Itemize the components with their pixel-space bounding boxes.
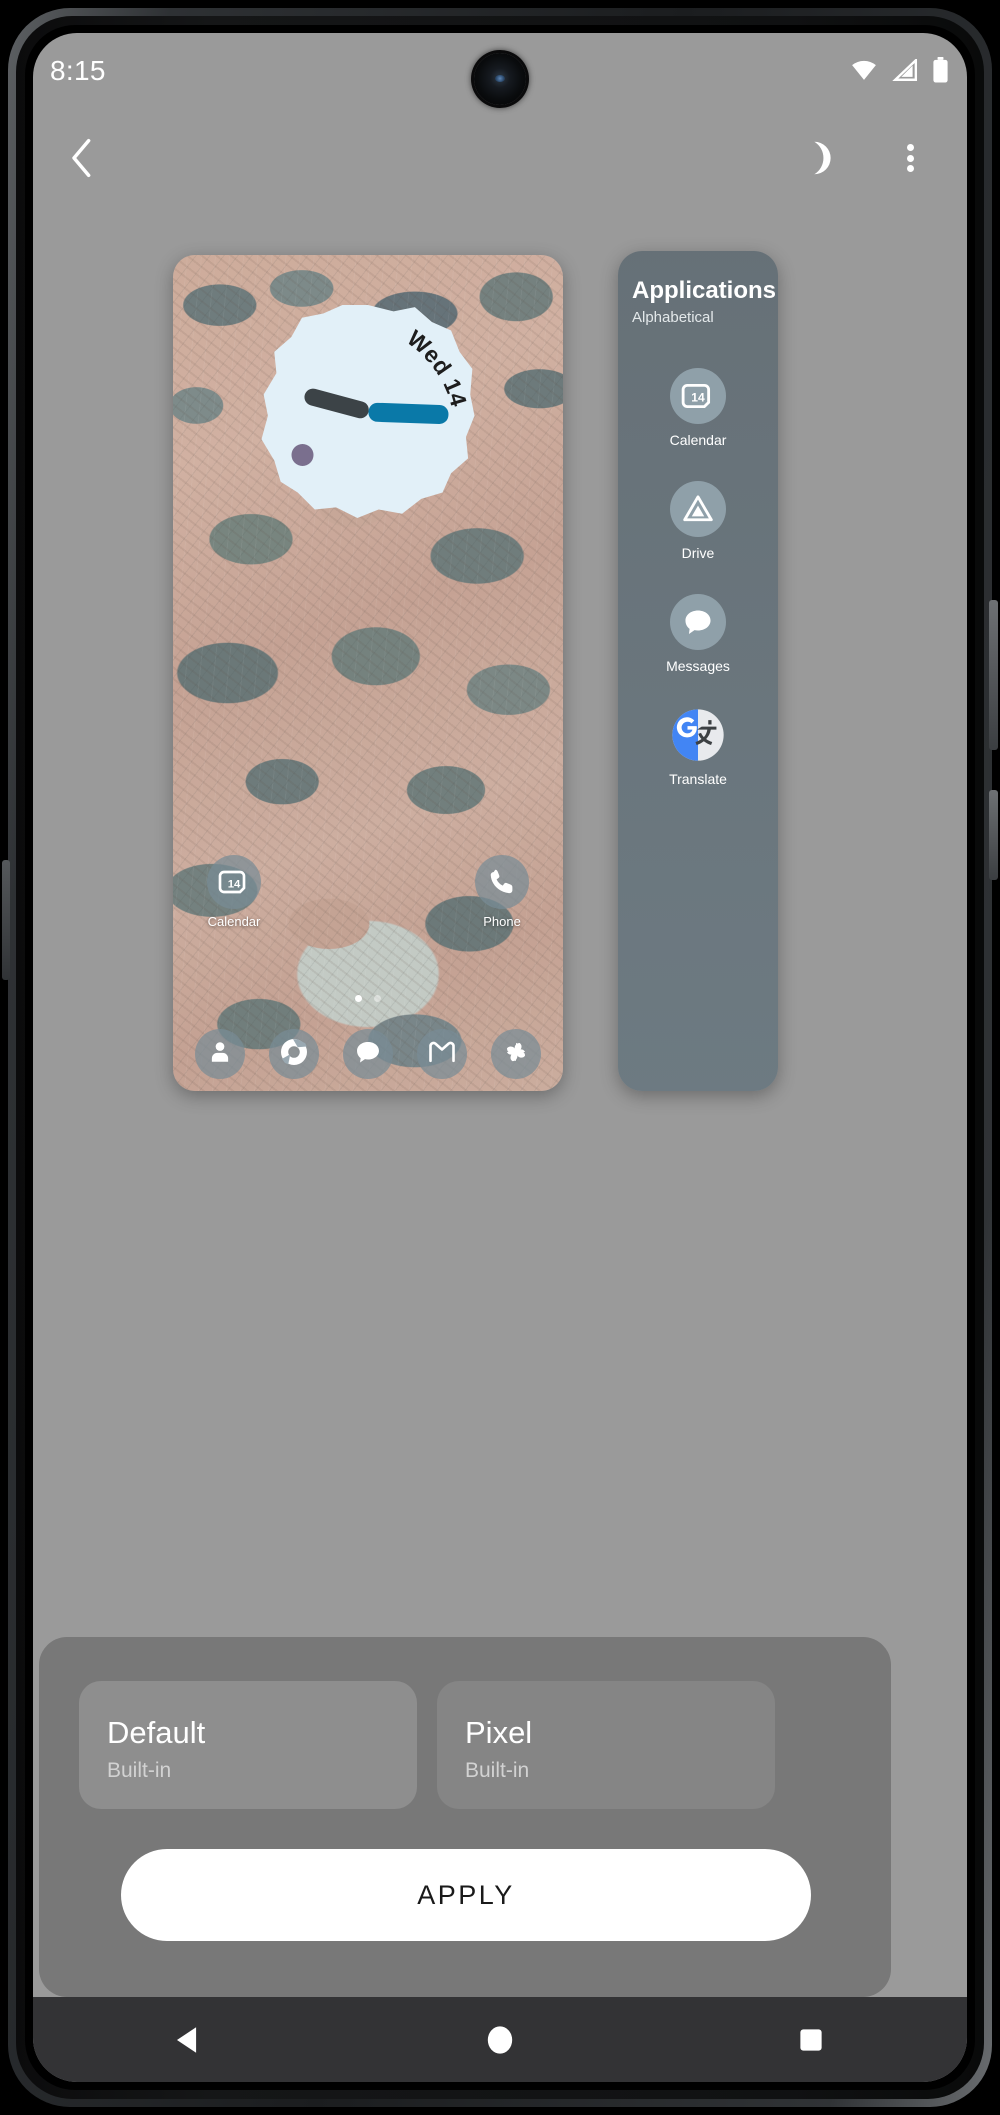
messages-icon	[354, 1038, 382, 1071]
home-screen-icons: 14 Calendar Phone	[173, 855, 563, 945]
volume-button[interactable]	[989, 600, 998, 750]
wallpaper-preview-area: Wed 14 14 Calendar Phone Applications Al…	[33, 201, 967, 1131]
calendar-icon: 14	[207, 855, 261, 909]
app-item-calendar[interactable]: 14 Calendar	[618, 351, 778, 464]
applications-panel-title: Applications	[632, 277, 777, 304]
moon-icon	[814, 141, 831, 175]
status-clock: 8:15	[50, 55, 106, 86]
page-indicator	[173, 995, 563, 1002]
nav-home-button[interactable]	[440, 1997, 560, 2082]
page-dot	[374, 995, 381, 1002]
applications-panel[interactable]: Applications Alphabetical 14 Calendar Dr…	[618, 251, 778, 1091]
apply-button-label: APPLY	[417, 1879, 515, 1910]
overflow-menu-button[interactable]	[867, 115, 953, 201]
status-bar: 8:15	[33, 33, 967, 113]
style-option-default[interactable]: Default Built-in	[79, 1681, 417, 1809]
chrome-icon	[279, 1037, 309, 1072]
dock-item-gmail[interactable]	[417, 1029, 467, 1079]
wifi-icon	[852, 60, 876, 80]
nav-back-button[interactable]	[129, 1997, 249, 2082]
nav-home-circle-icon	[487, 2025, 513, 2054]
style-option-pixel[interactable]: Pixel Built-in	[437, 1681, 775, 1809]
translate-icon	[670, 707, 726, 763]
home-icon-phone[interactable]: Phone	[463, 855, 541, 929]
home-icon-label: Phone	[483, 914, 521, 929]
home-icon-label: Calendar	[207, 914, 261, 929]
style-option-subtitle: Built-in	[465, 1759, 530, 1782]
style-options: Default Built-in Pixel Built-in	[79, 1681, 851, 1809]
clock-minute-hand	[367, 402, 449, 424]
clock-widget[interactable]: Wed 14	[261, 305, 475, 518]
style-option-title: Pixel	[465, 1715, 533, 1750]
style-option-subtitle: Built-in	[107, 1759, 172, 1782]
calendar-day-number: 14	[228, 878, 241, 890]
applications-panel-subtitle: Alphabetical	[632, 309, 714, 326]
nav-recents-button[interactable]	[751, 1997, 871, 2082]
front-camera-punch-hole	[474, 53, 526, 105]
status-icons	[850, 57, 949, 83]
dock-item-photos[interactable]	[491, 1029, 541, 1079]
power-button[interactable]	[989, 790, 998, 880]
side-rail-left	[2, 860, 10, 980]
back-button[interactable]	[39, 115, 125, 201]
clock-date-text: Wed 14	[402, 325, 472, 410]
style-option-title: Default	[107, 1715, 206, 1750]
applications-list: 14 Calendar Drive Messages Translate	[618, 351, 778, 803]
home-screen-preview[interactable]: Wed 14 14 Calendar Phone	[173, 255, 563, 1091]
svg-text:14: 14	[691, 390, 705, 404]
style-selection-sheet: Default Built-in Pixel Built-in APPLY	[39, 1637, 891, 1997]
app-item-label: Messages	[666, 657, 730, 674]
page-dot-active	[355, 995, 362, 1002]
nav-recents-square-icon	[800, 2028, 822, 2051]
gmail-icon	[427, 1037, 457, 1072]
calendar-icon: 14	[670, 367, 726, 424]
phone-icon	[475, 855, 529, 909]
chevron-left-icon	[72, 138, 91, 178]
app-item-label: Calendar	[669, 431, 727, 448]
phone-device: 8:15 Wed 14 14 Calendar Phone Applicatio…	[0, 0, 1000, 2115]
nav-back-triangle-icon	[176, 2026, 196, 2053]
home-icon-calendar[interactable]: 14 Calendar	[195, 855, 273, 929]
more-vertical-icon	[906, 141, 914, 176]
app-item-messages[interactable]: Messages	[618, 577, 778, 690]
phone-screen: 8:15 Wed 14 14 Calendar Phone Applicatio…	[33, 33, 967, 2082]
dock-item-messages[interactable]	[343, 1029, 393, 1079]
messages-icon	[670, 593, 726, 650]
system-navigation-bar	[33, 1997, 967, 2082]
photos-icon	[502, 1038, 530, 1071]
app-item-drive[interactable]: Drive	[618, 464, 778, 577]
home-dock	[173, 1029, 563, 1079]
app-item-label: Drive	[681, 544, 715, 561]
battery-icon	[933, 57, 948, 83]
apply-button[interactable]: APPLY	[121, 1849, 811, 1941]
clock-accent-dot	[291, 444, 314, 466]
dock-item-chrome[interactable]	[269, 1029, 319, 1079]
dark-mode-toggle[interactable]	[777, 115, 863, 201]
contacts-icon	[207, 1039, 233, 1070]
app-item-translate[interactable]: Translate	[618, 690, 778, 803]
app-item-label: Translate	[669, 770, 727, 787]
app-toolbar	[33, 115, 967, 201]
dock-item-contacts[interactable]	[195, 1029, 245, 1079]
drive-icon	[670, 480, 726, 537]
cellular-signal-icon	[892, 59, 918, 81]
